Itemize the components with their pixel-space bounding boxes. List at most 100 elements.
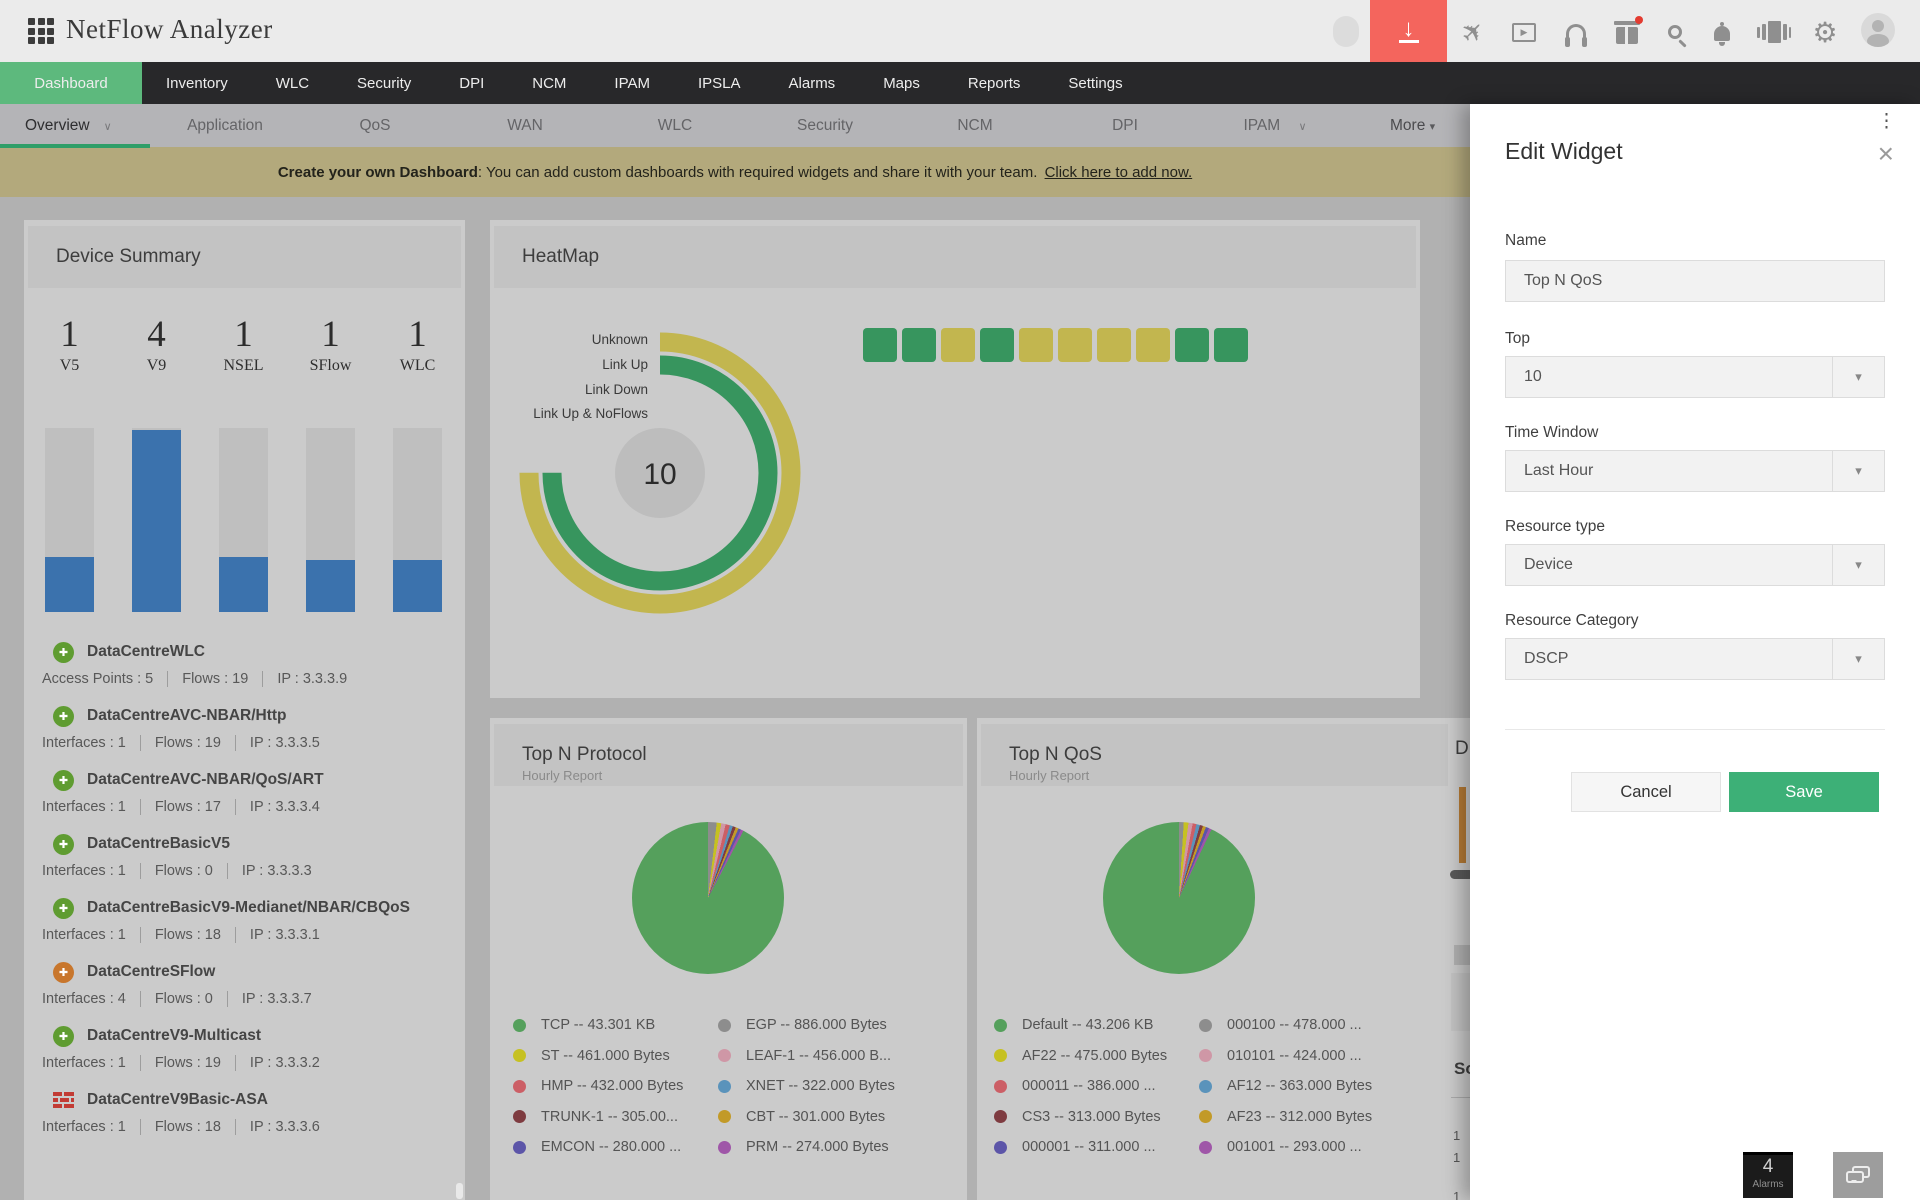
subnav-qos[interactable]: QoS (300, 117, 450, 135)
subnav-more[interactable]: More ▾ (1390, 117, 1435, 135)
device-name[interactable]: DataCentreBasicV9-Medianet/NBAR/CBQoS (87, 899, 410, 917)
support-headset-icon[interactable] (1558, 14, 1594, 50)
heatmap-cell[interactable] (1214, 328, 1248, 362)
name-field[interactable] (1505, 260, 1885, 302)
legend-item[interactable]: AF12 -- 363.000 Bytes (1194, 1071, 1399, 1102)
legend-item[interactable]: XNET -- 322.000 Bytes (713, 1071, 918, 1102)
bar-v9[interactable] (132, 430, 181, 612)
nav-dpi[interactable]: DPI (435, 62, 508, 104)
resource-category-select[interactable]: DSCP ▾ (1505, 638, 1885, 680)
device-name[interactable]: DataCentreAVC-NBAR/QoS/ART (87, 771, 324, 789)
save-button[interactable]: Save (1729, 772, 1879, 812)
device-list-item[interactable]: ✚DataCentreWLCAccess Points : 5Flows : 1… (27, 640, 462, 687)
getting-started-icon[interactable]: ✈ (1455, 14, 1491, 50)
resource-type-select[interactable]: Device ▾ (1505, 544, 1885, 586)
legend-item[interactable]: 010101 -- 424.000 ... (1194, 1041, 1399, 1072)
legend-item[interactable]: Default -- 43.206 KB (989, 1010, 1194, 1041)
bar-v5[interactable] (45, 557, 94, 612)
subnav-ipam[interactable]: IPAM ∨ (1200, 117, 1350, 135)
legend-item[interactable]: LEAF-1 -- 456.000 B... (713, 1041, 918, 1072)
nav-ipsla[interactable]: IPSLA (674, 62, 765, 104)
app-launcher-icon[interactable] (28, 18, 54, 44)
legend-item[interactable]: CS3 -- 313.000 Bytes (989, 1102, 1194, 1133)
search-icon[interactable] (1657, 14, 1693, 50)
legend-item[interactable]: ST -- 461.000 Bytes (508, 1041, 713, 1072)
heatmap-cell[interactable] (863, 328, 897, 362)
scrollbar-thumb[interactable] (456, 1183, 463, 1199)
bar-wlc[interactable] (393, 560, 442, 612)
download-button[interactable]: ↓ (1370, 0, 1447, 62)
nav-security[interactable]: Security (333, 62, 435, 104)
device-name[interactable]: DataCentreWLC (87, 643, 205, 661)
heatmap-cell[interactable] (980, 328, 1014, 362)
nav-maps[interactable]: Maps (859, 62, 944, 104)
bar-sflow[interactable] (306, 560, 355, 612)
legend-item[interactable]: EGP -- 886.000 Bytes (713, 1010, 918, 1041)
legend-item[interactable]: 000001 -- 311.000 ... (989, 1132, 1194, 1163)
chat-button[interactable] (1833, 1152, 1883, 1198)
legend-item[interactable]: PRM -- 274.000 Bytes (713, 1132, 918, 1163)
legend-item[interactable]: HMP -- 432.000 Bytes (508, 1071, 713, 1102)
device-name[interactable]: DataCentreV9Basic-ASA (87, 1091, 268, 1109)
kebab-menu-icon[interactable]: ⋮ (1873, 106, 1900, 137)
legend-item[interactable]: 001001 -- 293.000 ... (1194, 1132, 1399, 1163)
device-list-item[interactable]: ✚DataCentreAVC-NBAR/HttpInterfaces : 1Fl… (27, 704, 462, 751)
banner-add-link[interactable]: Click here to add now. (1045, 164, 1193, 181)
nav-dashboard[interactable]: Dashboard (0, 62, 142, 104)
legend-item[interactable]: 000011 -- 386.000 ... (989, 1071, 1194, 1102)
bar-nsel[interactable] (219, 557, 268, 612)
device-list-item[interactable]: ✚DataCentreBasicV5Interfaces : 1Flows : … (27, 832, 462, 879)
top-select[interactable]: 10 ▾ (1505, 356, 1885, 398)
nav-ncm[interactable]: NCM (508, 62, 590, 104)
subnav-wlc[interactable]: WLC (600, 117, 750, 135)
alarms-badge[interactable]: 4 Alarms (1743, 1152, 1793, 1198)
legend-item[interactable]: TCP -- 43.301 KB (508, 1010, 713, 1041)
legend-item[interactable]: AF22 -- 475.000 Bytes (989, 1041, 1194, 1072)
heatmap-cell[interactable] (1019, 328, 1053, 362)
qos-pie-chart[interactable] (1103, 822, 1255, 974)
subnav-wan[interactable]: WAN (450, 117, 600, 135)
device-list-item[interactable]: ✚DataCentreAVC-NBAR/QoS/ARTInterfaces : … (27, 768, 462, 815)
heatmap-cell[interactable] (941, 328, 975, 362)
legend-item[interactable]: AF23 -- 312.000 Bytes (1194, 1102, 1399, 1133)
nav-alarms[interactable]: Alarms (765, 62, 860, 104)
heatmap-cell[interactable] (1097, 328, 1131, 362)
subnav-dpi[interactable]: DPI (1050, 117, 1200, 135)
heatmap-cell[interactable] (1136, 328, 1170, 362)
cancel-button[interactable]: Cancel (1571, 772, 1721, 812)
nav-settings[interactable]: Settings (1044, 62, 1146, 104)
user-avatar[interactable] (1861, 13, 1895, 47)
device-list-item[interactable]: DataCentreV9Basic-ASAInterfaces : 1Flows… (27, 1088, 462, 1135)
nav-wlc[interactable]: WLC (252, 62, 333, 104)
heatmap-cell[interactable] (1175, 328, 1209, 362)
nav-reports[interactable]: Reports (944, 62, 1045, 104)
heatmap-cell[interactable] (902, 328, 936, 362)
nav-ipam[interactable]: IPAM (590, 62, 674, 104)
license-stack-icon[interactable] (1756, 14, 1792, 50)
demo-video-icon[interactable]: ▶ (1506, 14, 1542, 50)
heatmap-cell[interactable] (1058, 328, 1092, 362)
subnav-security[interactable]: Security (750, 117, 900, 135)
subnav-ncm[interactable]: NCM (900, 117, 1050, 135)
legend-item[interactable]: EMCON -- 280.000 ... (508, 1132, 713, 1163)
subnav-application[interactable]: Application (150, 117, 300, 135)
legend-item[interactable]: TRUNK-1 -- 305.00... (508, 1102, 713, 1133)
status-donut-chart[interactable]: 10 (510, 323, 810, 623)
time-window-select[interactable]: Last Hour ▾ (1505, 450, 1885, 492)
toggle-pill[interactable] (1333, 16, 1359, 47)
subnav-overview[interactable]: Overview∨ (0, 117, 150, 135)
device-name[interactable]: DataCentreV9-Multicast (87, 1027, 261, 1045)
device-list-item[interactable]: ✚DataCentreBasicV9-Medianet/NBAR/CBQoSIn… (27, 896, 462, 943)
legend-item[interactable]: 000100 -- 478.000 ... (1194, 1010, 1399, 1041)
protocol-pie-chart[interactable] (632, 822, 784, 974)
whats-new-gift-icon[interactable] (1609, 14, 1645, 50)
device-name[interactable]: DataCentreAVC-NBAR/Http (87, 707, 287, 725)
settings-gear-icon[interactable]: ⚙ (1807, 14, 1843, 50)
device-list-item[interactable]: ✚DataCentreV9-MulticastInterfaces : 1Flo… (27, 1024, 462, 1071)
bell-icon[interactable] (1704, 14, 1740, 50)
legend-item[interactable]: CBT -- 301.000 Bytes (713, 1102, 918, 1133)
device-list-item[interactable]: ✚DataCentreSFlowInterfaces : 4Flows : 0I… (27, 960, 462, 1007)
nav-inventory[interactable]: Inventory (142, 62, 252, 104)
device-name[interactable]: DataCentreSFlow (87, 963, 215, 981)
close-icon[interactable]: × (1878, 142, 1894, 166)
